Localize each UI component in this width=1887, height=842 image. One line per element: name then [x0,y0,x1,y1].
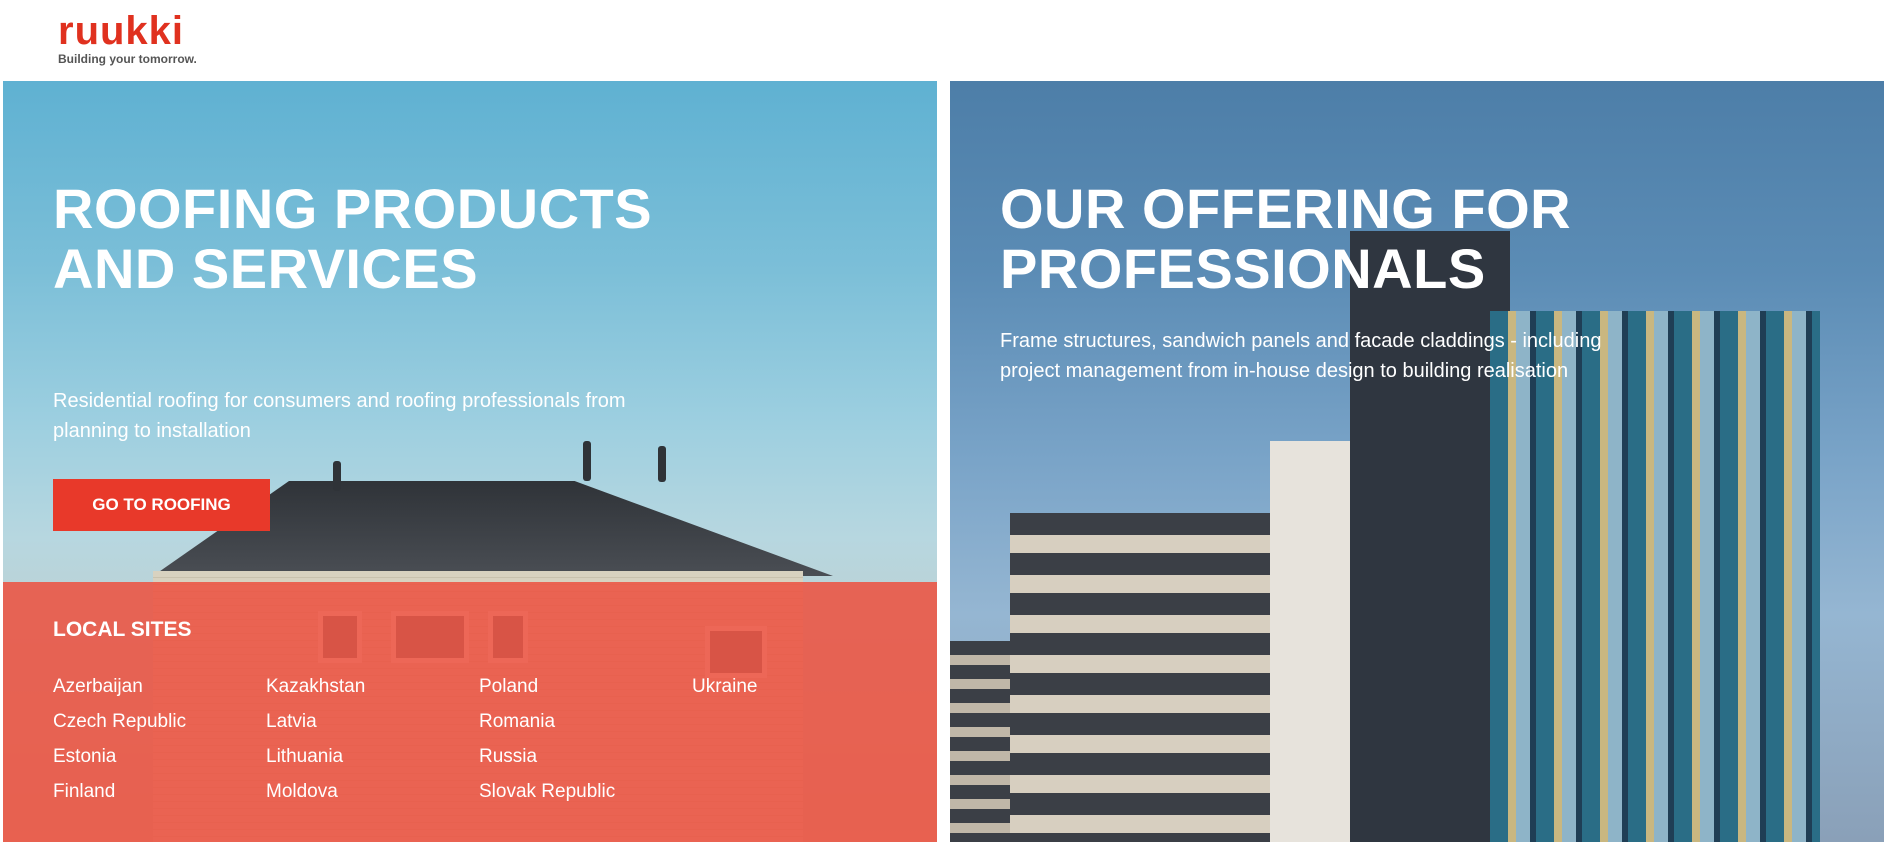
building-graphic [1010,513,1310,842]
building-graphic [1490,311,1820,842]
building-graphic [950,641,1010,842]
logo-tagline: Building your tomorrow. [58,52,197,66]
roofing-title: ROOFING PRODUCTS AND SERVICES [53,177,653,300]
local-site-link[interactable]: Poland [479,675,692,710]
roof-vent-graphic [583,441,591,481]
local-site-link[interactable]: Slovak Republic [479,780,692,815]
header: ruukki Building your tomorrow. [0,0,1887,81]
local-sites-list: Azerbaijan Czech Republic Estonia Finlan… [53,675,913,815]
local-site-link[interactable]: Kazakhstan [266,675,479,710]
local-site-link[interactable]: Romania [479,710,692,745]
logo-wordmark: ruukki [58,9,185,53]
roofing-panel[interactable]: ROOFING PRODUCTS AND SERVICES Residentia… [3,81,937,842]
local-site-link[interactable]: Moldova [266,780,479,815]
roof-vent-graphic [658,446,666,482]
local-site-link[interactable]: Estonia [53,745,266,780]
roof-vent-graphic [333,461,341,491]
professionals-title: OUR OFFERING FOR PROFESSIONALS [1000,177,1572,300]
professionals-description: Frame structures, sandwich panels and fa… [1000,330,1602,382]
local-site-link[interactable]: Latvia [266,710,479,745]
local-site-link[interactable]: Czech Republic [53,710,266,745]
local-sites-title: LOCAL SITES [53,618,192,641]
go-to-roofing-button[interactable]: GO TO ROOFING [53,479,270,531]
professionals-panel[interactable]: OUR OFFERING FOR PROFESSIONALS Frame str… [950,81,1884,842]
local-sites-panel: LOCAL SITES Azerbaijan Czech Republic Es… [3,582,937,842]
local-site-link[interactable]: Finland [53,780,266,815]
local-site-link[interactable]: Lithuania [266,745,479,780]
local-site-link[interactable]: Ukraine [692,675,905,710]
building-graphic [1270,441,1360,842]
local-site-link[interactable]: Azerbaijan [53,675,266,710]
roofing-description: Residential roofing for consumers and ro… [53,390,626,442]
building-graphic [1350,231,1510,842]
ruukki-logo[interactable]: ruukki Building your tomorrow. [58,11,197,66]
local-site-link[interactable]: Russia [479,745,692,780]
